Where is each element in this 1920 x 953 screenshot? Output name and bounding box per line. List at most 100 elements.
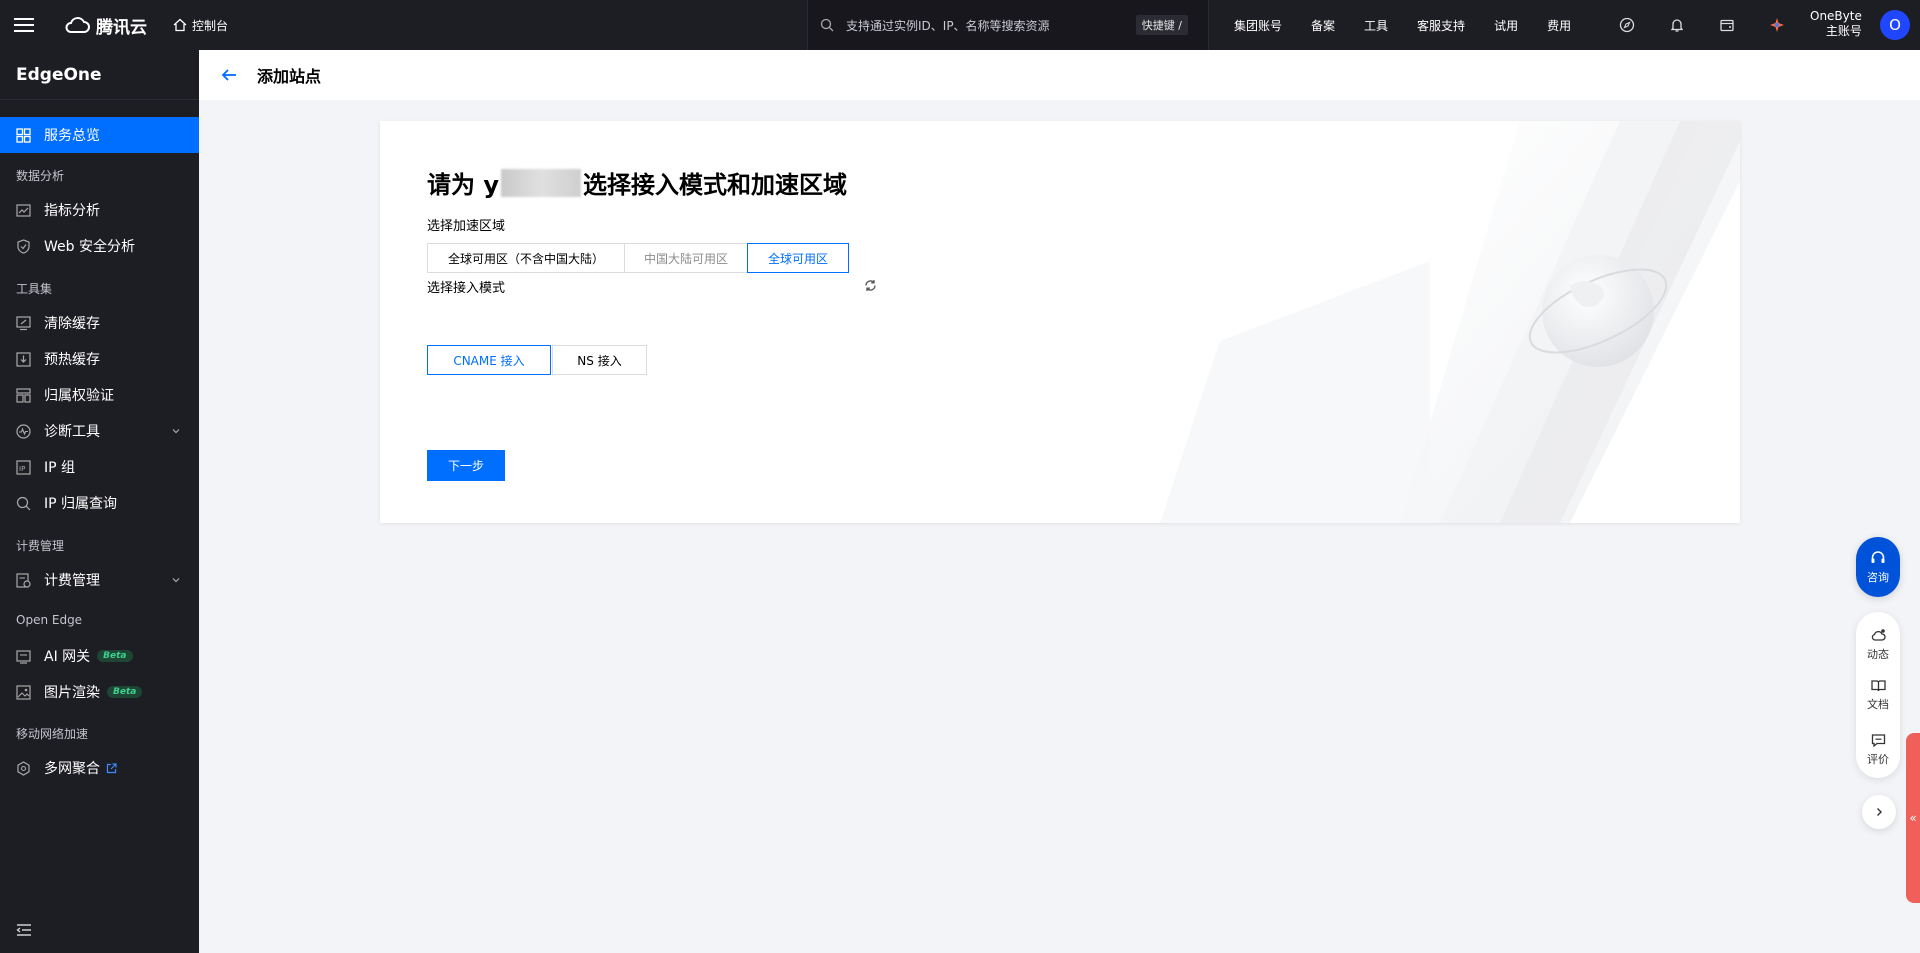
collapse-glyph: «	[1909, 811, 1917, 825]
beta-badge: Beta	[97, 650, 133, 662]
region-global[interactable]: 全球可用区	[747, 243, 849, 273]
tencent-cloud-logo[interactable]: 腾讯云	[64, 13, 147, 38]
shield-icon	[16, 238, 31, 254]
sidebar-item-ip-lookup[interactable]: IP 归属查询	[0, 485, 199, 521]
review-button[interactable]: 评价	[1856, 733, 1900, 767]
sidebar-item-label: 清除缓存	[44, 316, 100, 332]
news-button[interactable]: 动态	[1856, 628, 1900, 662]
mode-label: 选择接入模式	[427, 281, 506, 296]
global-search[interactable]: 支持通过实例ID、IP、名称等搜索资源 快捷键 /	[807, 0, 1209, 50]
sidebar-item-ip-group[interactable]: IP IP 组	[0, 449, 199, 485]
sidebar-item-metrics[interactable]: 指标分析	[0, 192, 199, 228]
download-icon	[16, 351, 31, 367]
next-step-button[interactable]: 下一步	[427, 450, 505, 481]
link-support[interactable]: 客服支持	[1417, 17, 1465, 34]
mode-cname[interactable]: CNAME 接入	[427, 345, 551, 375]
docs-button[interactable]: 文档	[1856, 678, 1900, 712]
consult-button[interactable]: 咨询	[1856, 537, 1900, 597]
sidebar-item-overview[interactable]: 服务总览	[0, 117, 199, 153]
menu-icon[interactable]	[0, 0, 48, 50]
mode-ns[interactable]: NS 接入	[552, 345, 647, 375]
top-links: 集团账号 备案 工具 客服支持 试用 费用	[1234, 0, 1600, 50]
feedback-side-tab[interactable]: «	[1906, 733, 1920, 903]
chevron-down-icon	[172, 429, 180, 434]
headset-icon	[1871, 550, 1885, 563]
search-icon	[16, 496, 31, 511]
bell-icon[interactable]	[1668, 16, 1686, 34]
svg-text:IP: IP	[19, 465, 25, 473]
bill-icon	[16, 572, 31, 588]
sidebar-item-label: 预热缓存	[44, 352, 100, 368]
mode-selector: CNAME 接入 NS 接入	[427, 345, 647, 375]
account-role: 主账号	[1825, 24, 1862, 38]
link-icp-filing[interactable]: 备案	[1311, 17, 1335, 34]
book-icon	[1870, 680, 1886, 692]
add-site-card: 请为 y 选择接入模式和加速区域 选择加速区域 全球可用区（不含中国大陆） 中国…	[380, 121, 1740, 523]
link-trial[interactable]: 试用	[1494, 17, 1518, 34]
hexagon-icon	[16, 760, 31, 776]
collapse-sidebar-icon[interactable]	[16, 923, 32, 937]
heading-prefix: 请为 y	[427, 171, 499, 199]
console-link[interactable]: 控制台	[173, 17, 228, 34]
refresh-icon[interactable]	[863, 278, 878, 293]
sidebar-item-image-render[interactable]: 图片渲染 Beta	[0, 674, 199, 710]
account-info[interactable]: OneByte 主账号	[1810, 9, 1862, 39]
back-arrow-icon[interactable]	[220, 66, 238, 84]
search-icon	[820, 18, 834, 32]
region-global-excl-china[interactable]: 全球可用区（不含中国大陆）	[427, 243, 625, 273]
avatar[interactable]: O	[1880, 10, 1910, 40]
sidebar-item-label: 服务总览	[44, 128, 100, 144]
sidebar-item-ownership[interactable]: 归属权验证	[0, 377, 199, 413]
sidebar-item-label: IP 组	[44, 460, 76, 476]
account-name: OneByte	[1810, 9, 1862, 23]
purge-icon	[16, 315, 31, 331]
search-placeholder: 支持通过实例ID、IP、名称等搜索资源	[846, 18, 1050, 33]
sidebar-item-prefetch-cache[interactable]: 预热缓存	[0, 341, 199, 377]
sidebar-group-open-edge: Open Edge	[16, 613, 83, 627]
region-china-mainland[interactable]: 中国大陆可用区	[624, 243, 748, 273]
link-billing[interactable]: 费用	[1547, 17, 1571, 34]
cloud-logo-icon	[65, 17, 90, 33]
brand-name: 腾讯云	[96, 17, 147, 38]
verify-icon	[16, 387, 31, 403]
beta-badge: Beta	[107, 686, 143, 698]
sidebar-group-data: 数据分析	[16, 169, 65, 183]
sidebar-item-web-security[interactable]: Web 安全分析	[0, 228, 199, 264]
sidebar-item-label: 计费管理	[44, 573, 100, 589]
chart-icon	[16, 203, 31, 218]
wallet-icon[interactable]	[1718, 16, 1736, 34]
sidebar-group-mobile: 移动网络加速	[16, 727, 89, 741]
sidebar-item-billing[interactable]: 计费管理	[0, 562, 199, 598]
link-group-account[interactable]: 集团账号	[1234, 17, 1282, 34]
grid-icon	[16, 127, 31, 143]
console-label: 控制台	[192, 18, 229, 33]
pulse-icon	[16, 423, 31, 439]
sidebar-item-label: IP 归属查询	[44, 496, 118, 512]
gateway-icon	[16, 649, 31, 664]
comment-icon	[1871, 734, 1885, 748]
heading-suffix: 选择接入模式和加速区域	[583, 171, 847, 199]
ai-assistant-icon[interactable]	[1768, 16, 1786, 34]
cloud-bell-icon	[1871, 629, 1886, 641]
sidebar-item-diagnostics[interactable]: 诊断工具	[0, 413, 199, 449]
shortcut-badge: 快捷键 /	[1135, 15, 1188, 35]
sidebar-item-purge-cache[interactable]: 清除缓存	[0, 305, 199, 341]
page-header: 添加站点	[199, 50, 1920, 100]
top-icons	[1618, 0, 1818, 50]
sidebar: EdgeOne 服务总览 数据分析 指标分析 Web 安全分析 工具集 清除缓存…	[0, 50, 199, 953]
floating-toolbar: 动态 文档 评价	[1856, 612, 1900, 778]
sidebar-group-tools: 工具集	[16, 282, 53, 296]
sidebar-item-ai-gateway[interactable]: AI 网关 Beta	[0, 638, 199, 674]
sidebar-item-label: 多网聚合	[44, 761, 100, 777]
expand-toolbar-button[interactable]	[1862, 795, 1896, 829]
home-icon	[173, 18, 187, 32]
sidebar-item-multi-net[interactable]: 多网聚合	[0, 750, 199, 786]
link-tools[interactable]: 工具	[1364, 17, 1388, 34]
top-bar: 腾讯云 控制台 支持通过实例ID、IP、名称等搜索资源 快捷键 / 集团账号 备…	[0, 0, 1920, 50]
globe-background-illustration	[1100, 121, 1740, 523]
sidebar-item-label: Web 安全分析	[44, 239, 135, 255]
region-selector: 全球可用区（不含中国大陆） 中国大陆可用区 全球可用区	[427, 243, 849, 273]
compass-icon[interactable]	[1618, 16, 1636, 34]
sidebar-item-label: 诊断工具	[44, 424, 100, 440]
news-label: 动态	[1867, 648, 1889, 661]
